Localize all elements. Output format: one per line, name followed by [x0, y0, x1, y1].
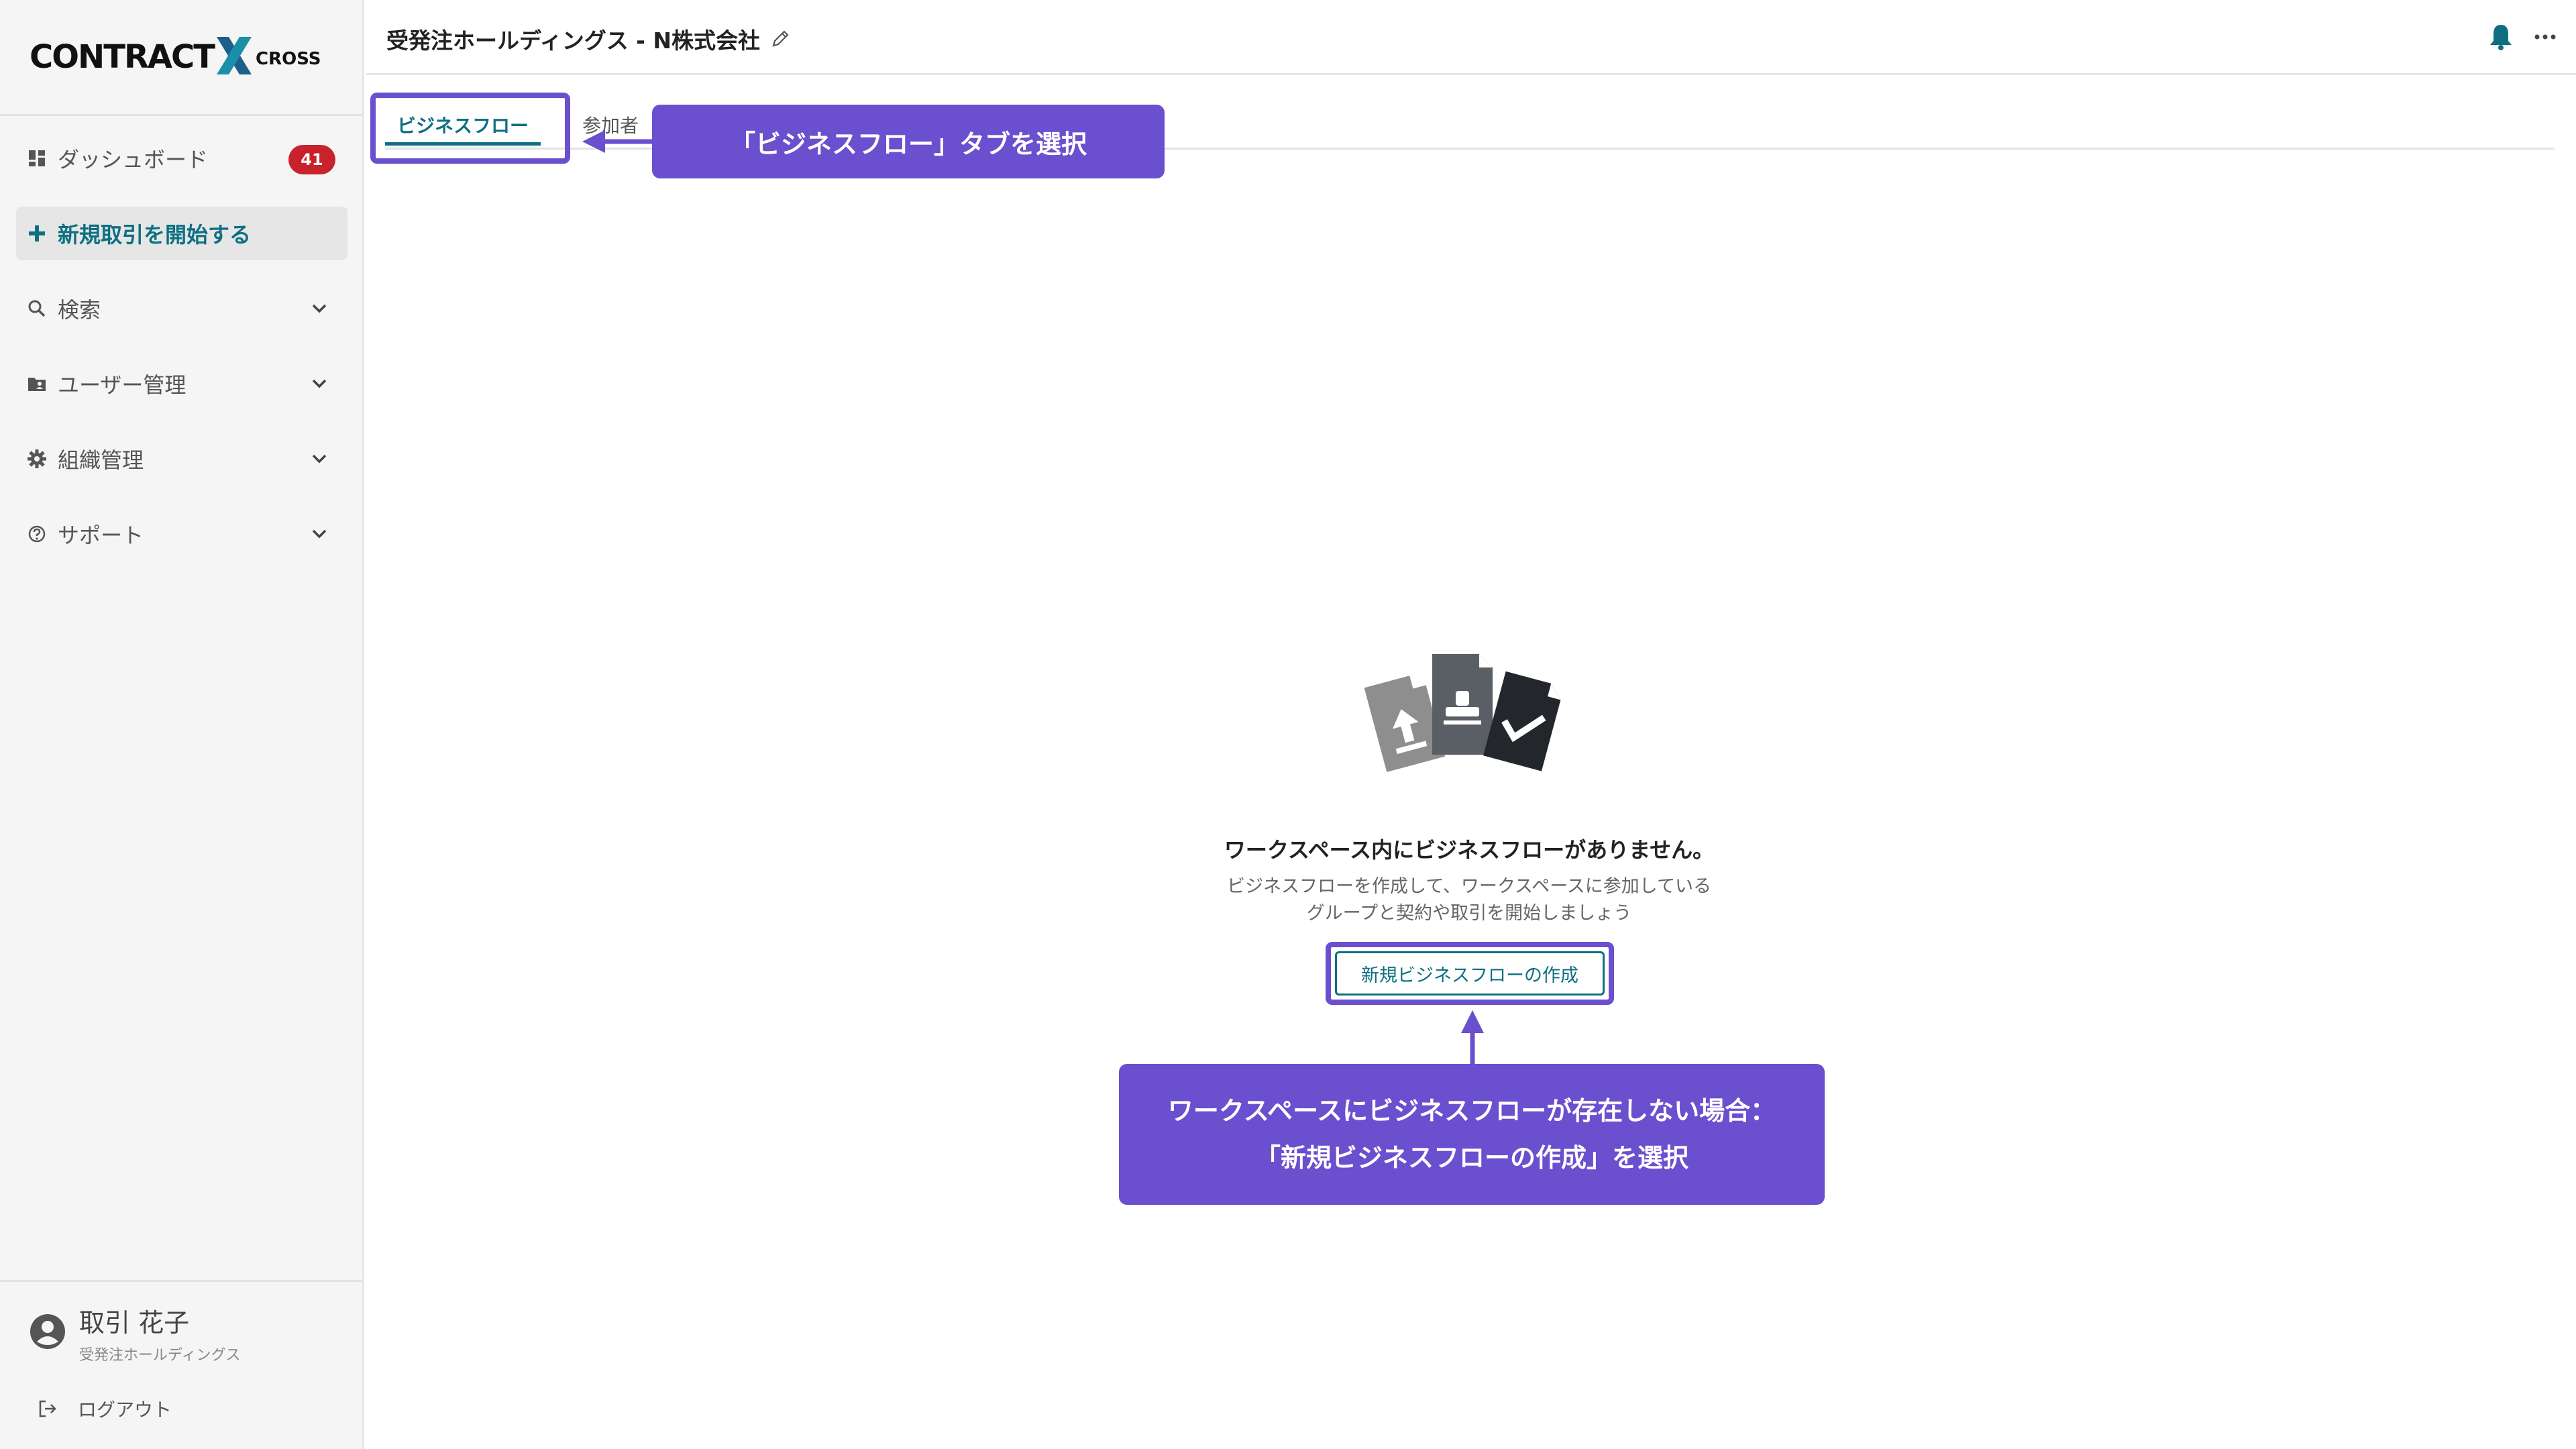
gear-icon — [27, 449, 47, 469]
logout-icon — [39, 1400, 56, 1417]
top-header: 受発注ホールディングス - N株式会社 — [366, 0, 2576, 75]
tab-annotation-callout: 「ビジネスフロー」タブを選択 — [652, 105, 1165, 178]
chevron-down-icon[interactable] — [309, 298, 330, 319]
sidebar-item-label: 組織管理 — [58, 447, 144, 473]
annotation-arrow-left — [582, 130, 655, 153]
documents-illustration — [1364, 654, 1561, 772]
sidebar-divider-bottom — [0, 1280, 362, 1282]
button-callout-line1: ワークスペースにビジネスフローが存在しない場合： — [1167, 1096, 1776, 1126]
notification-count-badge: 41 — [288, 145, 335, 174]
logo-text: CONTRACT — [30, 38, 215, 76]
help-icon — [27, 524, 47, 544]
chevron-down-icon[interactable] — [309, 373, 330, 394]
sidebar-item-label: 新規取引を開始する — [58, 222, 252, 248]
edit-pencil-icon[interactable] — [769, 28, 791, 50]
user-org: 受発注ホールディングス — [79, 1347, 241, 1364]
sidebar-item-label: 検索 — [58, 297, 101, 323]
empty-state-title: ワークスペース内にビジネスフローがありません。 — [1224, 837, 1715, 863]
sidebar-item-user-management[interactable]: ユーザー管理 — [16, 357, 347, 411]
logout-label: ログアウト — [78, 1399, 172, 1421]
chevron-down-icon[interactable] — [309, 523, 330, 545]
user-name: 取引 花子 — [79, 1308, 190, 1338]
sidebar: CONTRACT CROSS ダッシュボード 41 新規取引を開始する 検索 ユ… — [0, 0, 364, 1449]
sidebar-item-new-transaction[interactable]: 新規取引を開始する — [16, 207, 347, 260]
sidebar-item-search[interactable]: 検索 — [16, 282, 347, 335]
chevron-down-icon[interactable] — [309, 448, 330, 470]
sidebar-item-dashboard[interactable]: ダッシュボード 41 — [16, 131, 347, 185]
logo-x-mark — [215, 36, 253, 78]
logo-sub: CROSS — [256, 49, 321, 69]
annotation-arrow-up — [1461, 1010, 1484, 1067]
search-icon — [27, 299, 47, 319]
empty-state-desc-line2: グループと契約や取引を開始しましょう — [1306, 903, 1632, 924]
sidebar-item-label: ダッシュボード — [58, 147, 209, 172]
folder-user-icon — [27, 374, 47, 394]
button-callout-line2: 「新規ビジネスフローの作成」を選択 — [1254, 1143, 1688, 1173]
plus-icon — [27, 223, 47, 244]
sidebar-item-label: サポート — [58, 523, 144, 548]
avatar-icon — [30, 1314, 65, 1349]
tab-highlight-frame — [370, 93, 570, 164]
sidebar-item-org-management[interactable]: 組織管理 — [16, 432, 347, 486]
sidebar-item-support[interactable]: サポート — [16, 507, 347, 561]
dashboard-icon — [27, 148, 47, 168]
more-options-icon[interactable] — [2534, 34, 2556, 40]
empty-state-description: ビジネスフローを作成して、ワークスペースに参加している グループと契約や取引を開… — [1006, 873, 1932, 927]
user-profile[interactable]: 取引 花子 受発注ホールディングス — [30, 1308, 240, 1364]
empty-state-desc-line1: ビジネスフローを作成して、ワークスペースに参加している — [1227, 876, 1711, 897]
workspace-title: 受発注ホールディングス - N株式会社 — [386, 23, 791, 55]
button-annotation-callout: ワークスペースにビジネスフローが存在しない場合： 「新規ビジネスフローの作成」を… — [1119, 1064, 1825, 1205]
bell-icon[interactable] — [2487, 23, 2514, 51]
workspace-title-text: 受発注ホールディングス - N株式会社 — [386, 28, 760, 54]
create-business-flow-button[interactable]: 新規ビジネスフローの作成 — [1335, 951, 1605, 996]
sidebar-divider-top — [0, 114, 362, 116]
logout-link[interactable]: ログアウト — [38, 1395, 172, 1422]
app-logo[interactable]: CONTRACT CROSS — [30, 35, 321, 79]
sidebar-item-label: ユーザー管理 — [58, 372, 186, 398]
